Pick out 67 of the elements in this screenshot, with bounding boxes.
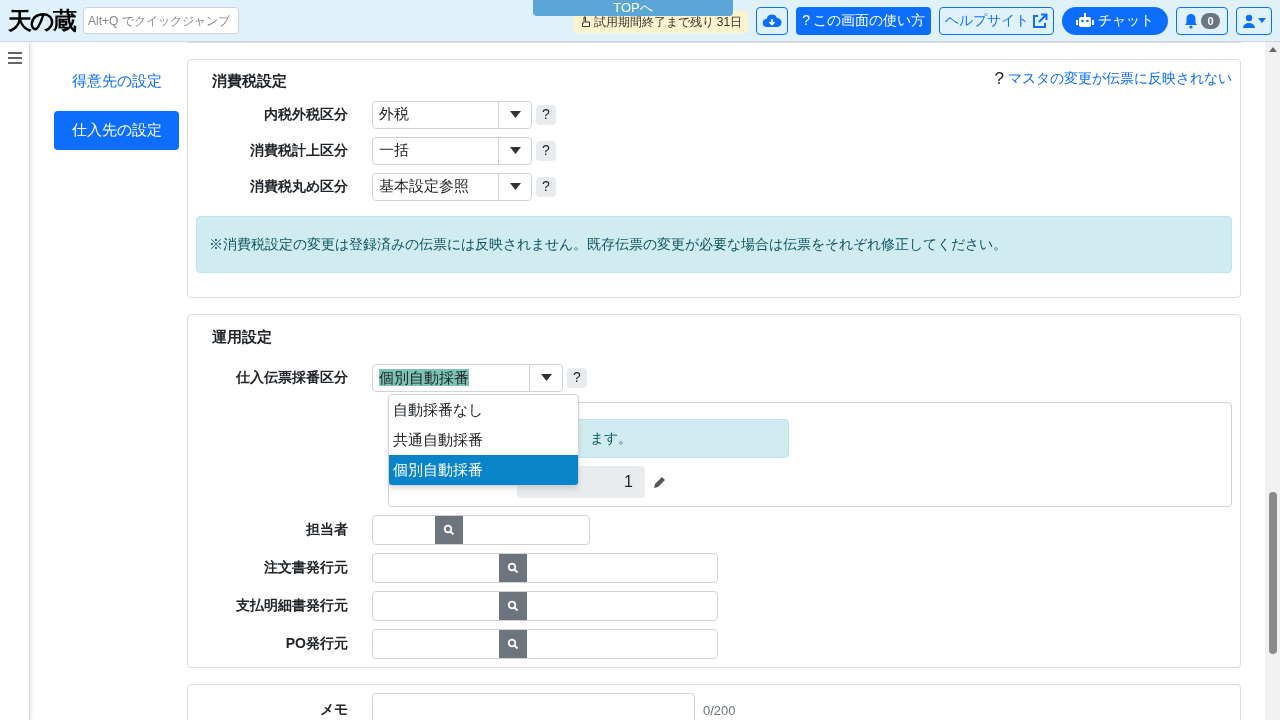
dropdown-arrow-icon xyxy=(540,374,552,381)
field-label: 注文書発行元 xyxy=(263,558,349,577)
pencil-icon[interactable] xyxy=(653,474,667,489)
search-icon xyxy=(507,599,519,612)
lookup-field[interactable] xyxy=(372,514,590,545)
trial-text: 試用期間終了まで残り 31日 xyxy=(593,13,743,31)
section-title: 運用設定 xyxy=(212,327,272,345)
char-counter: 0/200 xyxy=(703,701,736,720)
quick-jump-field[interactable]: Alt+Q でクイックジャンプ xyxy=(83,7,239,34)
field-label: 支払明細書発行元 xyxy=(235,596,349,615)
logo[interactable]: 天の蔵 xyxy=(8,8,75,33)
dropdown-arrow-icon xyxy=(509,147,521,154)
lookup-field[interactable] xyxy=(372,628,718,659)
help-site-button[interactable]: ヘルプサイト xyxy=(939,6,1054,35)
scrollbar-thumb[interactable] xyxy=(1268,492,1277,654)
select-field[interactable]: 一括 xyxy=(372,136,532,165)
download-button[interactable] xyxy=(756,6,789,35)
help-mark: ? xyxy=(994,67,1004,90)
select-field[interactable]: 外税 xyxy=(372,100,532,129)
dropdown-arrow-icon xyxy=(509,183,521,190)
select-field[interactable]: 基本設定参照 xyxy=(372,172,532,201)
notification-count: 0 xyxy=(1201,12,1220,29)
help-badge[interactable]: ? xyxy=(536,140,556,161)
section-title: 消費税設定 xyxy=(212,71,287,91)
help-badge[interactable]: ? xyxy=(536,176,556,197)
help-badge[interactable]: ? xyxy=(536,104,556,125)
field-label: メモ xyxy=(319,699,349,719)
screen-help-button[interactable]: ? この画面の使い方 xyxy=(796,6,931,35)
select-value: 外税 xyxy=(378,104,410,125)
search-icon xyxy=(507,637,519,650)
field-label: 仕入伝票採番区分 xyxy=(235,368,349,387)
sidebar-link[interactable]: 得意先の設定 xyxy=(54,62,179,101)
info-text: ます。 xyxy=(590,428,632,448)
select-value: 基本設定参照 xyxy=(378,176,470,197)
user-icon xyxy=(1242,13,1256,28)
chat-button[interactable]: チャット xyxy=(1062,6,1168,35)
search-icon xyxy=(507,561,519,574)
tax-notice: ※消費税設定の変更は登録済みの伝票には反映されません。既存伝票の変更が必要な場合は伝票をそれぞれ修正してください。 xyxy=(196,215,1232,273)
field-label: 消費税丸め区分 xyxy=(249,177,349,196)
bell-icon xyxy=(1184,12,1199,29)
dropdown-arrow-icon xyxy=(509,111,521,118)
memo-field[interactable] xyxy=(372,692,695,720)
scroll-up-icon[interactable] xyxy=(1268,47,1277,52)
field-label: PO発行元 xyxy=(284,634,349,653)
sidebar-link[interactable]: 仕入先の設定 xyxy=(54,111,179,150)
field-label: 消費税計上区分 xyxy=(249,141,349,160)
dropdown-option[interactable]: 共通自動採番 xyxy=(389,425,578,455)
notification-button[interactable]: 0 xyxy=(1176,6,1228,35)
select-value: 一括 xyxy=(378,140,410,161)
menu-icon[interactable] xyxy=(7,52,22,64)
search-icon xyxy=(443,523,455,536)
caret-icon xyxy=(1258,18,1266,23)
external-link-icon xyxy=(1032,12,1048,29)
cloud-download-icon xyxy=(762,12,783,29)
lookup-field[interactable] xyxy=(372,590,718,621)
help-badge[interactable]: ? xyxy=(567,367,587,388)
field-label: 内税外税区分 xyxy=(263,105,349,124)
select-value: 個別自動採番 xyxy=(379,368,469,386)
robot-icon xyxy=(1076,12,1094,29)
field-label: 担当者 xyxy=(305,520,349,539)
user-menu-button[interactable] xyxy=(1236,6,1272,35)
dropdown-option[interactable]: 自動採番なし xyxy=(389,395,578,425)
select-field[interactable]: 個別自動採番 xyxy=(372,363,563,392)
dropdown-option[interactable]: 個別自動採番 xyxy=(389,455,578,485)
lookup-field[interactable] xyxy=(372,552,718,583)
hand-icon xyxy=(579,15,592,28)
help-link[interactable]: マスタの変更が伝票に反映されない xyxy=(1008,67,1232,89)
